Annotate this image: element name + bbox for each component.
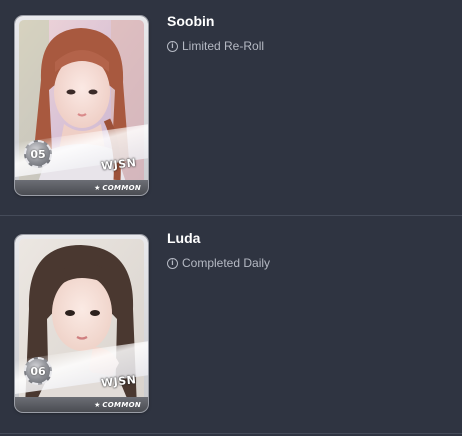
status-line: i Completed Daily [167,256,270,270]
divider [0,433,462,434]
card-number: 05 [30,147,46,161]
card-number: 06 [30,364,46,378]
member-name: Luda [167,230,201,246]
card-number-badge: 05 [24,140,52,168]
rarity-bar: ★ COMMON [15,397,148,412]
rarity-label: COMMON [102,183,141,192]
status-text: Completed Daily [182,256,271,270]
list-item: 05 WJSN ★ COMMON Soobin i Limited Re-Rol… [0,0,462,216]
status-text: Limited Re-Roll [182,39,265,53]
idol-card[interactable]: 06 WJSN ★ COMMON [15,235,148,412]
rarity-label: COMMON [102,400,141,409]
star-icon: ★ [94,183,101,192]
member-name: Soobin [167,13,215,29]
info-circle-icon: i [167,257,178,269]
card-number-badge: 06 [24,357,52,385]
rarity-bar: ★ COMMON [15,180,148,195]
list-item: 06 WJSN ★ COMMON Luda i Completed Daily [0,217,462,433]
star-icon: ★ [94,400,101,409]
divider [0,215,462,216]
card-list: 05 WJSN ★ COMMON Soobin i Limited Re-Rol… [0,0,462,436]
info-circle-icon: i [167,40,178,52]
idol-card[interactable]: 05 WJSN ★ COMMON [15,16,148,195]
status-line: i Limited Re-Roll [167,39,264,53]
